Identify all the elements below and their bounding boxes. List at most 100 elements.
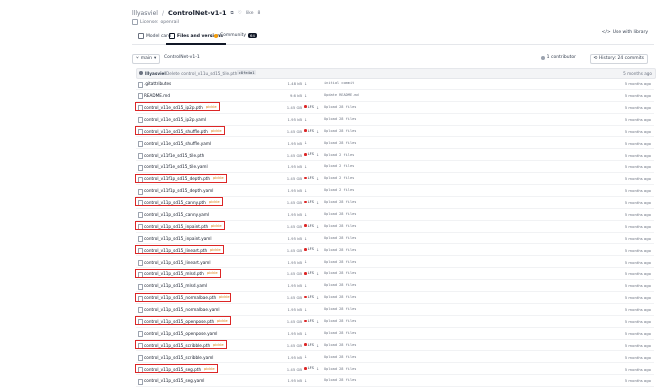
file-commit-message[interactable]: Upload 2 files bbox=[324, 153, 354, 157]
file-name-link[interactable]: control_v11p_sd15_canny.yaml bbox=[144, 212, 209, 217]
download-icon[interactable]: ↓ bbox=[304, 307, 307, 312]
download-icon[interactable]: ↓ bbox=[316, 247, 319, 252]
download-icon[interactable]: ↓ bbox=[304, 259, 307, 264]
file-name-link[interactable]: control_v11e_sd15_ip2p.pth bbox=[144, 105, 203, 110]
file-commit-message[interactable]: Upload 2 files bbox=[324, 164, 354, 168]
file-name-link[interactable]: control_v11p_sd15_mlsd.pth bbox=[144, 271, 204, 276]
pickle-tag[interactable]: pickle bbox=[217, 319, 228, 323]
branch-selector[interactable]: ⑂ main ▾ bbox=[132, 54, 161, 64]
download-icon[interactable]: ↓ bbox=[304, 354, 307, 359]
file-name-link[interactable]: control_v11p_sd15_openpose.pth bbox=[144, 319, 214, 324]
file-commit-message[interactable]: Upload 28 files bbox=[324, 367, 356, 371]
download-icon[interactable]: ↓ bbox=[304, 378, 307, 383]
download-icon[interactable]: ↓ bbox=[316, 366, 319, 371]
file-name-link[interactable]: README.md bbox=[144, 93, 170, 98]
file-name-link[interactable]: control_v11e_sd15_ip2p.yaml bbox=[144, 117, 206, 122]
file-name-link[interactable]: control_v11p_sd15_normalbae.yaml bbox=[144, 307, 220, 312]
file-name-link[interactable]: control_v11p_sd15_scribble.pth bbox=[144, 343, 210, 348]
tab-model-card[interactable]: Model card bbox=[138, 33, 171, 39]
download-icon[interactable]: ↓ bbox=[316, 319, 319, 324]
commit-message[interactable]: Delete control_v11u_sd15_tile.pth bbox=[166, 71, 237, 76]
file-name-link[interactable]: control_v11p_sd15_inpaint.pth bbox=[144, 224, 208, 229]
file-name-link[interactable]: control_v11p_sd15_seg.pth bbox=[144, 367, 201, 372]
pickle-tag[interactable]: pickle bbox=[211, 224, 222, 228]
file-commit-message[interactable]: Upload 28 files bbox=[324, 236, 356, 240]
pickle-tag[interactable]: pickle bbox=[206, 105, 217, 109]
file-commit-message[interactable]: Upload 28 files bbox=[324, 271, 356, 275]
file-name-link[interactable]: control_v11e_sd15_shuffle.yaml bbox=[144, 141, 211, 146]
file-commit-message[interactable]: initial commit bbox=[324, 81, 354, 85]
file-name-link[interactable]: control_v11p_sd15_lineart.yaml bbox=[144, 260, 211, 265]
like-button[interactable]: like bbox=[246, 11, 254, 16]
copy-icon[interactable]: ⧉ bbox=[230, 10, 233, 16]
download-icon[interactable]: ↓ bbox=[316, 152, 319, 157]
repo-name[interactable]: ControlNet-v1-1 bbox=[168, 9, 227, 17]
download-icon[interactable]: ↓ bbox=[304, 331, 307, 336]
download-icon[interactable]: ↓ bbox=[316, 295, 319, 300]
owner-link[interactable]: lllyasviel bbox=[132, 10, 158, 17]
download-icon[interactable]: ↓ bbox=[316, 105, 319, 110]
commit-hash[interactable]: c8fe4a1 bbox=[237, 70, 257, 75]
file-commit-message[interactable]: Upload 28 files bbox=[324, 343, 356, 347]
download-icon[interactable]: ↓ bbox=[304, 188, 307, 193]
file-commit-message[interactable]: Upload 28 files bbox=[324, 105, 356, 109]
download-icon[interactable]: ↓ bbox=[304, 117, 307, 122]
contributors[interactable]: 1 contributor bbox=[540, 55, 576, 60]
file-name-link[interactable]: .gitattributes bbox=[144, 81, 171, 86]
file-commit-message[interactable]: Upload 2 files bbox=[324, 188, 354, 192]
download-icon[interactable]: ↓ bbox=[316, 129, 319, 134]
pickle-tag[interactable]: pickle bbox=[207, 271, 218, 275]
download-icon[interactable]: ↓ bbox=[316, 200, 319, 205]
file-name-link[interactable]: control_v11f1e_sd15_tile.yaml bbox=[144, 164, 208, 169]
file-commit-message[interactable]: Upload 28 files bbox=[324, 212, 356, 216]
pickle-tag[interactable]: pickle bbox=[213, 343, 224, 347]
file-commit-message[interactable]: Upload 28 files bbox=[324, 319, 356, 323]
file-name-link[interactable]: control_v11p_sd15_seg.yaml bbox=[144, 378, 204, 383]
download-icon[interactable]: ↓ bbox=[304, 236, 307, 241]
file-name-link[interactable]: control_v11p_sd15_normalbae.pth bbox=[144, 295, 216, 300]
file-commit-message[interactable]: Update README.md bbox=[324, 93, 359, 97]
pickle-tag[interactable]: pickle bbox=[213, 176, 224, 180]
commit-user[interactable]: lllyasviel bbox=[145, 71, 166, 76]
pickle-tag[interactable]: pickle bbox=[219, 295, 230, 299]
pickle-tag[interactable]: pickle bbox=[211, 129, 222, 133]
file-commit-message[interactable]: Upload 28 files bbox=[324, 260, 356, 264]
license-tag[interactable]: License: openrail bbox=[132, 19, 179, 25]
file-commit-message[interactable]: Upload 2 files bbox=[324, 176, 354, 180]
breadcrumb[interactable]: ControlNet-v1-1 bbox=[164, 55, 200, 60]
file-commit-message[interactable]: Upload 28 files bbox=[324, 248, 356, 252]
file-commit-message[interactable]: Upload 28 files bbox=[324, 224, 356, 228]
file-commit-message[interactable]: Upload 28 files bbox=[324, 307, 356, 311]
pickle-tag[interactable]: pickle bbox=[204, 367, 215, 371]
download-icon[interactable]: ↓ bbox=[316, 224, 319, 229]
file-commit-message[interactable]: Upload 28 files bbox=[324, 117, 356, 121]
download-icon[interactable]: ↓ bbox=[316, 271, 319, 276]
file-name-link[interactable]: control_v11f1p_sd15_depth.yaml bbox=[144, 188, 213, 193]
pickle-tag[interactable]: pickle bbox=[210, 248, 221, 252]
file-name-link[interactable]: control_v11p_sd15_scribble.yaml bbox=[144, 355, 213, 360]
file-name-link[interactable]: control_v11f1e_sd15_tile.pth bbox=[144, 153, 204, 158]
file-commit-message[interactable]: Upload 28 files bbox=[324, 378, 356, 382]
file-commit-message[interactable]: Upload 28 files bbox=[324, 200, 356, 204]
download-icon[interactable]: ↓ bbox=[316, 343, 319, 348]
file-name-link[interactable]: control_v11f1p_sd15_depth.pth bbox=[144, 176, 210, 181]
tab-community[interactable]: Community 64 bbox=[214, 33, 257, 38]
like-icon[interactable]: ♡ bbox=[238, 11, 242, 16]
file-commit-message[interactable]: Upload 28 files bbox=[324, 295, 356, 299]
download-icon[interactable]: ↓ bbox=[304, 140, 307, 145]
pickle-tag[interactable]: pickle bbox=[209, 200, 220, 204]
download-icon[interactable]: ↓ bbox=[304, 283, 307, 288]
download-icon[interactable]: ↓ bbox=[304, 81, 307, 86]
use-with-library-button[interactable]: </> Use with library bbox=[602, 30, 648, 35]
file-commit-message[interactable]: Upload 28 files bbox=[324, 141, 356, 145]
file-name-link[interactable]: control_v11p_sd15_mlsd.yaml bbox=[144, 283, 207, 288]
file-name-link[interactable]: control_v11p_sd15_canny.pth bbox=[144, 200, 206, 205]
file-name-link[interactable]: control_v11p_sd15_openpose.yaml bbox=[144, 331, 217, 336]
file-commit-message[interactable]: Upload 28 files bbox=[324, 331, 356, 335]
file-name-link[interactable]: control_v11p_sd15_lineart.pth bbox=[144, 248, 207, 253]
file-name-link[interactable]: control_v11p_sd15_inpaint.yaml bbox=[144, 236, 212, 241]
download-icon[interactable]: ↓ bbox=[304, 93, 307, 98]
file-commit-message[interactable]: Upload 28 files bbox=[324, 283, 356, 287]
file-commit-message[interactable]: Upload 28 files bbox=[324, 355, 356, 359]
download-icon[interactable]: ↓ bbox=[304, 212, 307, 217]
